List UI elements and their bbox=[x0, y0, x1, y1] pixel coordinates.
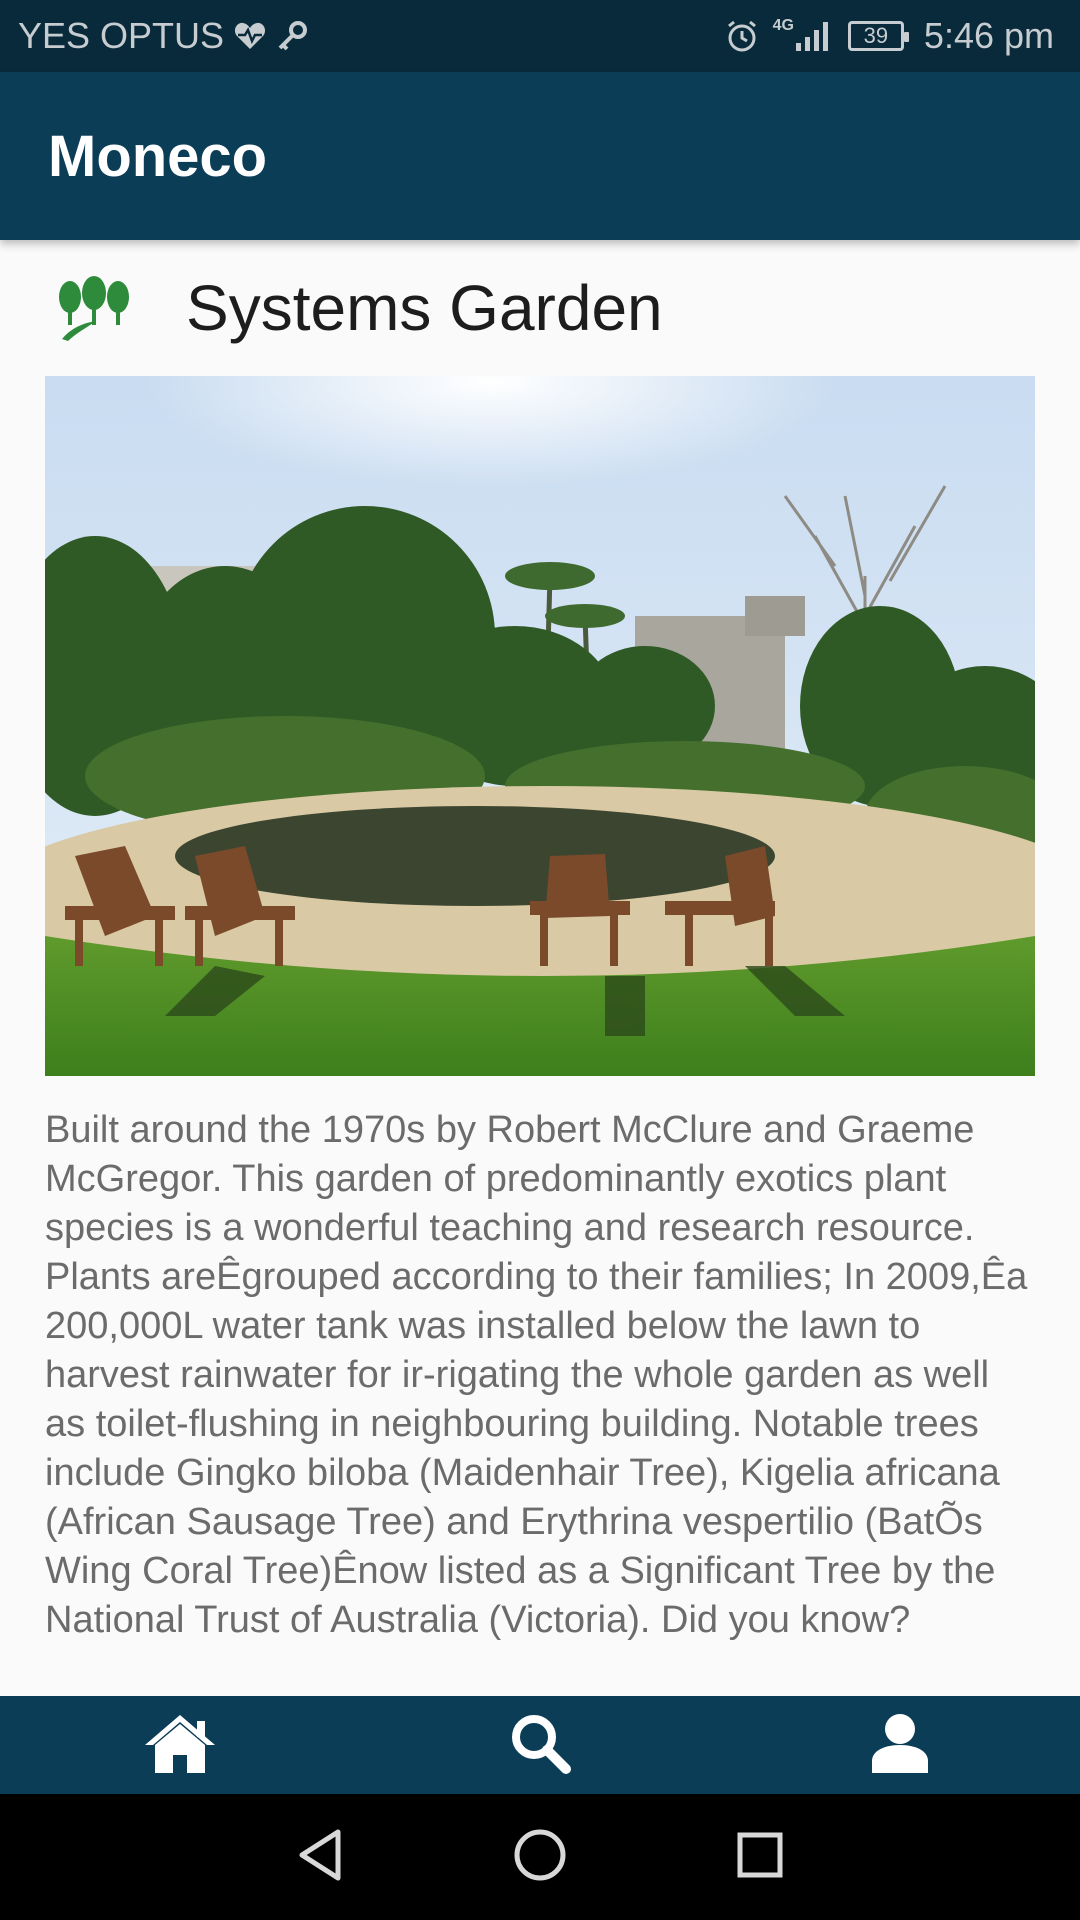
battery-icon: 39 bbox=[847, 21, 909, 51]
signal-icon: 4G bbox=[772, 17, 834, 53]
home-circle-icon bbox=[513, 1828, 567, 1887]
place-title: Systems Garden bbox=[186, 272, 663, 344]
place-photo bbox=[45, 376, 1035, 1076]
place-header: Systems Garden bbox=[0, 240, 1080, 376]
nav-search-button[interactable] bbox=[480, 1696, 600, 1794]
bottom-nav bbox=[0, 1696, 1080, 1794]
home-icon bbox=[141, 1711, 219, 1780]
carrier-name: YES OPTUS bbox=[18, 15, 225, 56]
status-left: YES OPTUS bbox=[18, 15, 308, 57]
nav-home-button[interactable] bbox=[120, 1696, 240, 1794]
user-icon bbox=[870, 1711, 930, 1780]
battery-level: 39 bbox=[863, 23, 889, 48]
clock: 5:46 pm bbox=[923, 15, 1054, 56]
place-description: Built around the 1970s by Robert McClure… bbox=[45, 1109, 1028, 1641]
system-home-button[interactable] bbox=[485, 1802, 595, 1912]
system-back-button[interactable] bbox=[265, 1802, 375, 1912]
trees-icon bbox=[52, 275, 136, 341]
search-icon bbox=[508, 1711, 572, 1780]
alarm-icon bbox=[725, 19, 759, 53]
system-nav bbox=[0, 1794, 1080, 1920]
key-icon bbox=[276, 20, 308, 52]
heart-monitor-icon bbox=[234, 21, 266, 51]
status-bar: YES OPTUS 4G 39 5:46 pm bbox=[0, 0, 1080, 72]
recents-icon bbox=[736, 1831, 784, 1884]
system-recents-button[interactable] bbox=[705, 1802, 815, 1912]
back-icon bbox=[296, 1828, 344, 1887]
app-bar: Moneco bbox=[0, 72, 1080, 240]
status-right: 4G 39 5:46 pm bbox=[725, 15, 1054, 57]
network-type: 4G bbox=[772, 17, 794, 34]
nav-profile-button[interactable] bbox=[840, 1696, 960, 1794]
place-detail[interactable]: Systems Garden Built around the 1970s by… bbox=[0, 240, 1080, 1696]
app-title: Moneco bbox=[48, 123, 268, 189]
